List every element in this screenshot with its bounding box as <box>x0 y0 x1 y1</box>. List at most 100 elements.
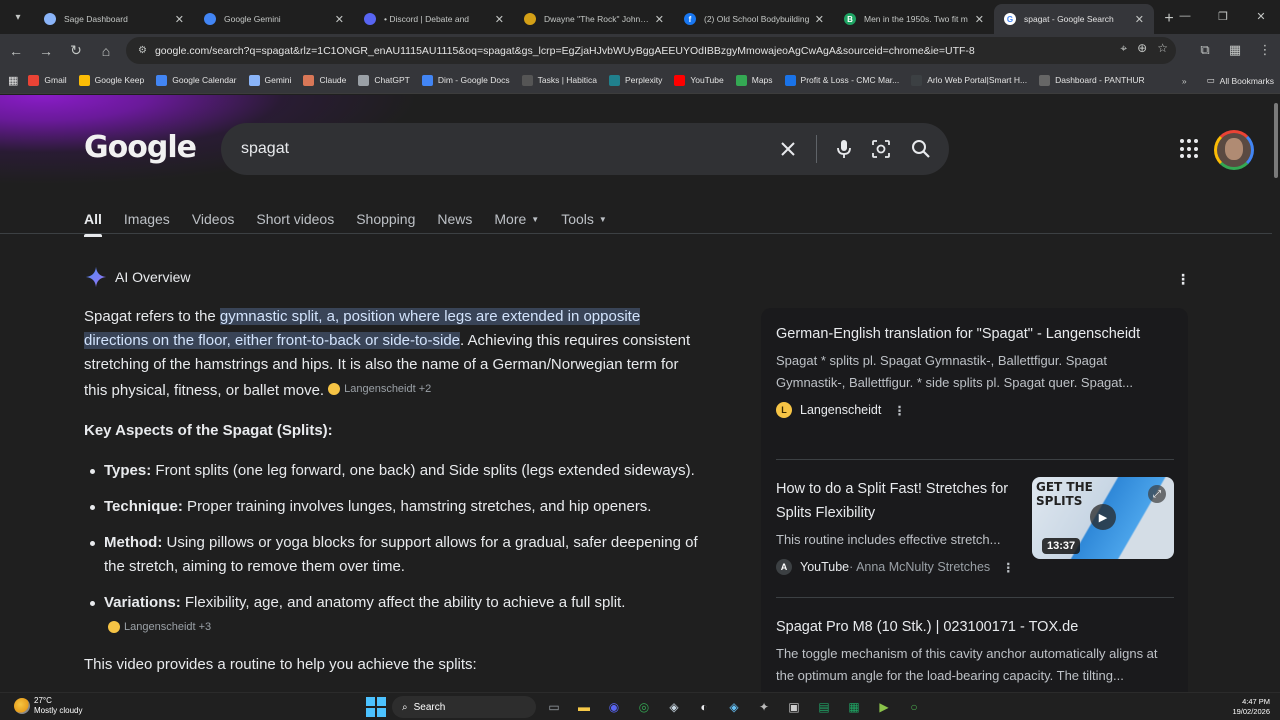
source-result-1[interactable]: German-English translation for "Spagat" … <box>776 322 1176 418</box>
app-icon[interactable]: ✦ <box>752 696 776 718</box>
sync-app-icon[interactable]: ○ <box>902 696 926 718</box>
minimize-button[interactable]: — <box>1166 0 1204 32</box>
bookmark-item[interactable]: YouTube <box>674 74 724 86</box>
steam-app-icon-2[interactable]: ◈ <box>722 696 746 718</box>
tab-more[interactable]: More ▼ <box>494 205 539 233</box>
weather-widget[interactable]: 27°C Mostly cloudy <box>14 696 82 716</box>
forward-button[interactable]: → <box>32 37 60 65</box>
steam-app-icon[interactable]: ◈ <box>662 696 686 718</box>
expand-icon[interactable]: ⤢ <box>1148 485 1166 503</box>
zoom-icon[interactable]: ⊕ <box>1137 41 1147 56</box>
sheets-app-icon[interactable]: ▤ <box>812 696 836 718</box>
bookmark-item[interactable]: Dashboard - PANTHUR <box>1039 74 1145 86</box>
site-info-icon[interactable]: ⚙ <box>138 45 147 56</box>
bookmark-item[interactable]: Dim - Google Docs <box>421 74 510 86</box>
close-tab-icon[interactable]: ✕ <box>1135 13 1144 26</box>
tab-videos[interactable]: Videos <box>192 205 235 233</box>
terminal-app-icon[interactable]: ▣ <box>782 696 806 718</box>
bookmark-item[interactable]: Arlo Web Portal|Smart H... <box>911 74 1027 86</box>
ai-overview-menu-icon[interactable]: ⋮ <box>1176 271 1190 287</box>
browser-tab[interactable]: Gspagat - Google Search ✕ <box>994 4 1154 34</box>
file-explorer-icon[interactable]: ▬ <box>572 696 596 718</box>
browser-tab[interactable]: • Discord | Debate and ✕ <box>354 4 514 34</box>
all-bookmarks-link[interactable]: All Bookmarks <box>1220 76 1274 86</box>
calendar-app-icon[interactable]: ▦ <box>842 696 866 718</box>
bookmark-item[interactable]: Gmail <box>28 74 67 86</box>
result-title[interactable]: Spagat Pro M8 (10 Stk.) | 023100171 - TO… <box>776 615 1176 639</box>
close-tab-icon[interactable]: ✕ <box>655 13 664 26</box>
address-url[interactable]: google.com/search?q=spagat&rlz=1C1ONGR_e… <box>155 45 1176 57</box>
google-logo[interactable]: Google <box>84 130 197 165</box>
bookmark-item[interactable]: ChatGPT <box>358 74 410 86</box>
system-clock[interactable]: 4:47 PM 19/02/2026 <box>1232 697 1270 717</box>
clear-icon[interactable] <box>780 141 796 157</box>
back-button[interactable]: ← <box>2 37 30 65</box>
google-apps-icon[interactable] <box>1180 139 1200 159</box>
bookmark-item[interactable]: Tasks | Habitica <box>521 74 597 86</box>
bookmark-item[interactable]: Gemini <box>248 74 291 86</box>
browser-tab[interactable]: Sage Dashboard ✕ <box>34 4 194 34</box>
chrome-app-icon[interactable]: ◎ <box>632 696 656 718</box>
reload-button[interactable]: ↻ <box>62 37 90 65</box>
video-thumbnail[interactable]: GET THE SPLITS ▶ 13:37 ⤢ <box>1032 477 1174 559</box>
tab-images[interactable]: Images <box>124 205 170 233</box>
maximize-button[interactable]: ❐ <box>1204 0 1242 32</box>
search-query-input[interactable]: spagat <box>241 140 780 158</box>
browser-tab[interactable]: Dwayne "The Rock" Johnson ✕ <box>514 4 674 34</box>
lens-camera-icon[interactable] <box>871 139 891 159</box>
tab-tools[interactable]: Tools ▼ <box>561 205 607 233</box>
browser-tab[interactable]: Google Gemini ✕ <box>194 4 354 34</box>
chrome-menu-icon[interactable]: ⋮ <box>1250 36 1280 64</box>
account-avatar[interactable] <box>1214 130 1254 170</box>
bookmarks-overflow-icon[interactable]: » <box>1182 76 1187 86</box>
bookmark-item[interactable]: Google Calendar <box>156 74 237 86</box>
taskbar-search[interactable]: ⌕ Search <box>392 696 536 718</box>
bookmark-item[interactable]: Maps <box>735 74 773 86</box>
tab-news[interactable]: News <box>437 205 472 233</box>
microphone-icon[interactable] <box>837 139 851 159</box>
discord-app-icon[interactable]: ◉ <box>602 696 626 718</box>
result-title[interactable]: How to do a Split Fast! Stretches for Sp… <box>776 477 1026 525</box>
close-tab-icon[interactable]: ✕ <box>495 13 504 26</box>
google-logo-text: Google <box>84 130 197 165</box>
result-title[interactable]: German-English translation for "Spagat" … <box>776 322 1176 346</box>
apps-launcher-icon[interactable]: ▦ <box>8 74 18 87</box>
home-button[interactable]: ⌂ <box>92 37 120 65</box>
scrollbar-thumb[interactable] <box>1274 103 1278 178</box>
tab-shopping[interactable]: Shopping <box>356 205 415 233</box>
more-options-icon[interactable]: ⋮ <box>1002 560 1015 575</box>
bookmarks-right: » ▭ All Bookmarks <box>1182 67 1274 94</box>
close-tab-icon[interactable]: ✕ <box>975 13 984 26</box>
citation-chip[interactable]: Langenscheidt +2 <box>328 377 431 401</box>
bookmark-item[interactable]: Profit & Loss - CMC Mar... <box>784 74 899 86</box>
browser-tab[interactable]: B Men in the 1950s. Two fit m ✕ <box>834 4 994 34</box>
citation-chip[interactable]: Langenscheidt +3 <box>108 615 211 639</box>
search-box[interactable]: spagat <box>221 123 949 175</box>
bookmark-star-icon[interactable]: ☆ <box>1157 41 1168 56</box>
task-view-icon[interactable]: ▭ <box>542 696 566 718</box>
bookmark-item[interactable]: Google Keep <box>78 74 144 86</box>
source-result-3[interactable]: Spagat Pro M8 (10 Stk.) | 023100171 - TO… <box>776 615 1176 687</box>
tab-short-videos[interactable]: Short videos <box>256 205 334 233</box>
play-icon[interactable]: ▶ <box>1090 504 1116 530</box>
page-scrollbar[interactable] <box>1272 95 1280 692</box>
nvidia-app-icon[interactable]: ▶ <box>872 696 896 718</box>
close-window-button[interactable]: ✕ <box>1242 0 1280 32</box>
bookmark-item[interactable]: Claude <box>303 74 346 86</box>
gamepad-app-icon[interactable]: ◐ <box>692 696 716 718</box>
close-tab-icon[interactable]: ✕ <box>335 13 344 26</box>
profile-extension-icon[interactable]: ▦ <box>1220 36 1250 64</box>
tab-all[interactable]: All <box>84 205 102 237</box>
location-icon[interactable]: ⌖ <box>1120 41 1127 56</box>
tab-search-button[interactable]: ▾ <box>4 3 32 31</box>
browser-tab[interactable]: f (2) Old School Bodybuilding ✕ <box>674 4 834 34</box>
extensions-icon[interactable]: ⧉ <box>1190 36 1220 64</box>
search-icon[interactable] <box>911 139 931 159</box>
close-tab-icon[interactable]: ✕ <box>175 13 184 26</box>
close-tab-icon[interactable]: ✕ <box>815 13 824 26</box>
address-bar[interactable]: ⚙ google.com/search?q=spagat&rlz=1C1ONGR… <box>126 37 1176 64</box>
bookmark-item[interactable]: Perplexity <box>609 74 662 86</box>
more-options-icon[interactable]: ⋮ <box>893 403 906 418</box>
source-result-2[interactable]: How to do a Split Fast! Stretches for Sp… <box>776 477 1026 575</box>
windows-start-icon[interactable] <box>366 697 386 717</box>
